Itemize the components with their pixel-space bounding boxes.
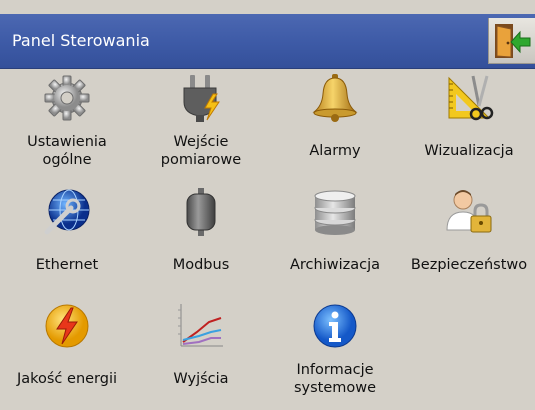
info-icon [313, 304, 357, 348]
tile-jakosc-energii[interactable]: Jakość energii [0, 296, 134, 410]
tile-wejscie-pomiarowe[interactable]: Wejście pomiarowe [134, 68, 268, 182]
tile-label: Bezpieczeństwo [410, 257, 528, 273]
line-chart-icon [178, 304, 223, 347]
user-lock-icon [446, 190, 492, 233]
gear-icon [44, 75, 90, 121]
tile-informacje-systemowe[interactable]: Informacje systemowe [268, 296, 402, 410]
database-icon [314, 190, 356, 235]
exit-door-icon [495, 24, 531, 58]
globe-wrench-icon [44, 189, 90, 235]
bus-device-icon [186, 188, 216, 236]
bell-icon [312, 74, 358, 122]
power-plug-icon [183, 75, 220, 122]
tile-label: Wyjścia [173, 371, 229, 387]
tile-label: Ethernet [35, 257, 99, 273]
tile-label: Modbus [172, 257, 230, 273]
tile-label: Wejście pomiarowe [160, 134, 242, 168]
tile-ethernet[interactable]: Ethernet [0, 182, 134, 296]
tile-ustawienia-ogolne[interactable]: Ustawienia ogólne [0, 68, 134, 182]
title-bar: Panel Sterowania [0, 14, 535, 69]
tile-label: Informacje systemowe [293, 362, 377, 396]
ruler-scissors-icon [448, 75, 494, 121]
page-title: Panel Sterowania [12, 31, 150, 50]
tile-label: Archiwizacja [289, 257, 381, 273]
tile-wyjscia[interactable]: Wyjścia [134, 296, 268, 410]
tile-modbus[interactable]: Modbus [134, 182, 268, 296]
tile-bezpieczenstwo[interactable]: Bezpieczeństwo [402, 182, 535, 296]
tile-alarmy[interactable]: Alarmy [268, 68, 402, 182]
tile-archiwizacja[interactable]: Archiwizacja [268, 182, 402, 296]
exit-button[interactable] [488, 18, 535, 64]
energy-bolt-icon [45, 304, 89, 348]
tile-wizualizacja[interactable]: Wizualizacja [402, 68, 535, 182]
tile-label: Ustawienia ogólne [27, 134, 107, 168]
tile-label: Wizualizacja [424, 143, 514, 159]
tile-label: Alarmy [309, 143, 361, 159]
settings-grid: Ustawienia ogólne Wejście pomiarowe Alar… [0, 68, 535, 410]
tile-label: Jakość energii [16, 371, 118, 387]
